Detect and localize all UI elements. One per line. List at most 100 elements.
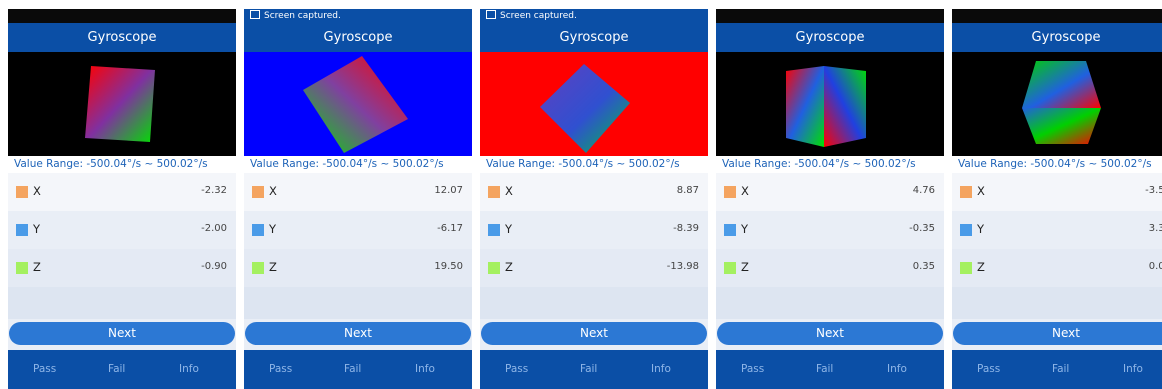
status-bar xyxy=(952,9,1162,23)
axis-label: Z xyxy=(741,260,749,274)
value-range: Value Range: -500.04°/s ~ 500.02°/s xyxy=(952,156,1162,173)
status-bar xyxy=(8,9,236,23)
axis-row-x: X -3.54 xyxy=(952,173,1162,211)
x-swatch xyxy=(252,186,264,198)
status-text: Screen captured. xyxy=(500,11,577,21)
x-swatch xyxy=(16,186,28,198)
axis-value: -3.54 xyxy=(1145,185,1162,196)
axis-label: Y xyxy=(269,222,277,236)
axis-label: Y xyxy=(33,222,41,236)
axis-value: -0.90 xyxy=(201,261,227,272)
gyroscope-view xyxy=(244,52,472,156)
screenshot-icon xyxy=(250,10,260,19)
z-swatch xyxy=(252,262,264,274)
phone-screen-5: Gyroscope Value Range: -500.04°/s ~ 500.… xyxy=(952,9,1162,389)
status-bar: Screen captured. xyxy=(480,9,708,23)
next-button[interactable]: Next xyxy=(953,322,1162,345)
axis-value: -13.98 xyxy=(666,261,699,272)
axis-row-y: Y -6.17 xyxy=(244,211,472,249)
axis-label: Z xyxy=(33,260,41,274)
next-area: Next xyxy=(716,319,944,348)
next-area: Next xyxy=(8,319,236,348)
pass-button[interactable]: Pass xyxy=(977,363,1000,375)
axis-value: -2.00 xyxy=(201,223,227,234)
axis-label: Z xyxy=(269,260,277,274)
axis-row-x: X 8.87 xyxy=(480,173,708,211)
next-button[interactable]: Next xyxy=(717,322,943,345)
value-range: Value Range: -500.04°/s ~ 500.02°/s xyxy=(244,156,472,173)
axis-row-x: X 12.07 xyxy=(244,173,472,211)
axis-value: -0.35 xyxy=(909,223,935,234)
axis-value: 19.50 xyxy=(434,261,463,272)
pass-button[interactable]: Pass xyxy=(269,363,292,375)
x-swatch xyxy=(488,186,500,198)
y-swatch xyxy=(488,224,500,236)
axis-value: 12.07 xyxy=(434,185,463,196)
axis-row-z: Z 0.06 xyxy=(952,249,1162,287)
cube-face-right xyxy=(824,66,866,147)
empty-row xyxy=(244,287,472,319)
gyroscope-view xyxy=(952,52,1162,156)
fail-button[interactable]: Fail xyxy=(344,363,361,375)
phone-screen-4: Gyroscope Value Range: -500.04°/s ~ 500.… xyxy=(716,9,944,389)
cube-canvas xyxy=(244,52,472,156)
axis-value: 0.06 xyxy=(1148,261,1162,272)
axis-row-y: Y -8.39 xyxy=(480,211,708,249)
empty-row xyxy=(480,287,708,319)
pass-button[interactable]: Pass xyxy=(505,363,528,375)
phone-screen-1: Gyroscope Value Range: -500.04°/s ~ 500.… xyxy=(8,9,236,389)
z-swatch xyxy=(488,262,500,274)
fail-button[interactable]: Fail xyxy=(816,363,833,375)
value-range: Value Range: -500.04°/s ~ 500.02°/s xyxy=(480,156,708,173)
status-bar: Screen captured. xyxy=(244,9,472,23)
cube-canvas xyxy=(716,52,944,156)
fail-button[interactable]: Fail xyxy=(1052,363,1069,375)
fail-button[interactable]: Fail xyxy=(580,363,597,375)
axis-row-z: Z -0.90 xyxy=(8,249,236,287)
info-button[interactable]: Info xyxy=(1123,363,1143,375)
axis-row-x: X -2.32 xyxy=(8,173,236,211)
axis-value: 8.87 xyxy=(676,185,699,196)
axis-label: Y xyxy=(741,222,749,236)
axis-value: 3.36 xyxy=(1148,223,1162,234)
bottom-bar: Pass Fail Info xyxy=(952,350,1162,389)
axis-row-z: Z 0.35 xyxy=(716,249,944,287)
info-button[interactable]: Info xyxy=(415,363,435,375)
axis-label: Y xyxy=(977,222,985,236)
app-title: Gyroscope xyxy=(244,23,472,52)
value-range: Value Range: -500.04°/s ~ 500.02°/s xyxy=(716,156,944,173)
axis-value: 4.76 xyxy=(912,185,935,196)
fail-button[interactable]: Fail xyxy=(108,363,125,375)
cube-canvas xyxy=(952,52,1162,156)
gyroscope-view xyxy=(716,52,944,156)
axis-label: Y xyxy=(505,222,513,236)
axis-row-z: Z -13.98 xyxy=(480,249,708,287)
z-swatch xyxy=(16,262,28,274)
info-button[interactable]: Info xyxy=(651,363,671,375)
next-area: Next xyxy=(244,319,472,348)
empty-row xyxy=(8,287,236,319)
axis-label: X xyxy=(741,184,749,198)
info-button[interactable]: Info xyxy=(179,363,199,375)
pass-button[interactable]: Pass xyxy=(33,363,56,375)
next-button[interactable]: Next xyxy=(245,322,471,345)
app-title: Gyroscope xyxy=(716,23,944,52)
axis-value: 0.35 xyxy=(912,261,935,272)
axis-label: Z xyxy=(505,260,513,274)
app-title: Gyroscope xyxy=(480,23,708,52)
empty-row xyxy=(716,287,944,319)
pass-button[interactable]: Pass xyxy=(741,363,764,375)
next-button[interactable]: Next xyxy=(481,322,707,345)
empty-row xyxy=(952,287,1162,319)
next-button[interactable]: Next xyxy=(9,322,235,345)
status-text: Screen captured. xyxy=(264,11,341,21)
cube-canvas xyxy=(480,52,708,156)
axis-label: X xyxy=(269,184,277,198)
x-swatch xyxy=(724,186,736,198)
cube-canvas xyxy=(8,52,236,156)
gyroscope-view xyxy=(8,52,236,156)
app-title: Gyroscope xyxy=(952,23,1162,52)
info-button[interactable]: Info xyxy=(887,363,907,375)
app-title: Gyroscope xyxy=(8,23,236,52)
bottom-bar: Pass Fail Info xyxy=(716,350,944,389)
